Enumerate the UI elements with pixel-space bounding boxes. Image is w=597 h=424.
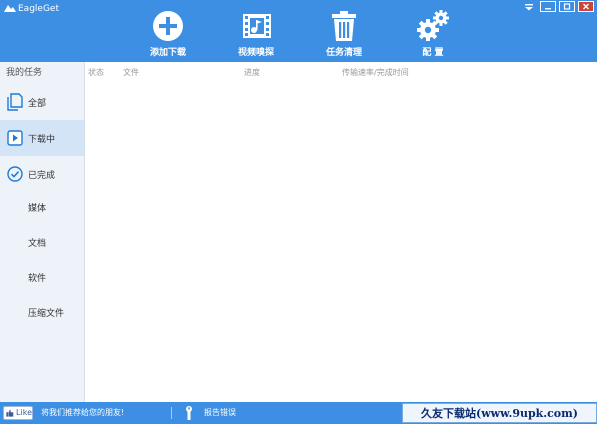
task-sidebar: 我的任务 全部 下载中 已完成 媒体 文档 软件 压缩文件 xyxy=(0,62,85,402)
task-list-area[interactable] xyxy=(86,62,597,402)
trash-icon xyxy=(332,11,356,41)
sidebar-category-software[interactable]: 软件 xyxy=(0,262,84,297)
play-icon xyxy=(4,127,26,149)
divider xyxy=(171,407,172,419)
sidebar-item-label: 下载中 xyxy=(28,134,56,145)
recommend-link[interactable]: 将我们推荐给您的朋友! xyxy=(41,407,124,419)
sidebar-item-completed[interactable]: 已完成 xyxy=(0,156,84,192)
sidebar-category-documents[interactable]: 文档 xyxy=(0,227,84,262)
column-status[interactable]: 状态 xyxy=(88,62,104,84)
sidebar-category-media[interactable]: 媒体 xyxy=(0,192,84,227)
like-label: Like xyxy=(16,408,32,417)
thumbs-up-icon xyxy=(6,409,14,417)
add-download-label: 添加下载 xyxy=(149,48,186,58)
video-sniffer-button[interactable]: 视频嗅探 xyxy=(221,8,291,60)
sidebar-title: 我的任务 xyxy=(6,68,43,78)
column-progress[interactable]: 进度 xyxy=(244,62,260,84)
status-bar: Like 将我们推荐给您的朋友! 报告错误 久友下载站(www.9upk.com… xyxy=(0,402,597,424)
sidebar-item-label: 全部 xyxy=(28,98,47,109)
task-cleanup-button[interactable]: 任务清理 xyxy=(309,8,379,60)
sidebar-category-archives[interactable]: 压缩文件 xyxy=(0,297,84,332)
column-speed-time[interactable]: 传输速率/完成时间 xyxy=(342,62,409,84)
settings-label: 配 置 xyxy=(422,48,444,58)
column-file[interactable]: 文件 xyxy=(123,62,139,84)
task-cleanup-label: 任务清理 xyxy=(325,48,362,58)
sidebar-item-downloading[interactable]: 下载中 xyxy=(0,120,84,156)
sidebar-item-all[interactable]: 全部 xyxy=(0,84,84,120)
like-button[interactable]: Like xyxy=(3,406,33,420)
report-error-link[interactable]: 报告错误 xyxy=(204,407,236,419)
gears-icon xyxy=(417,10,449,41)
video-sniffer-label: 视频嗅探 xyxy=(237,48,274,58)
add-download-button[interactable]: 添加下载 xyxy=(133,8,203,60)
video-sniffer-icon xyxy=(243,14,271,38)
site-watermark: 久友下载站(www.9upk.com) xyxy=(402,403,597,423)
main-toolbar: 添加下载 视频嗅探 任务清理 配 置 xyxy=(0,8,597,60)
add-circle-icon xyxy=(153,11,183,41)
settings-button[interactable]: 配 置 xyxy=(398,8,468,60)
title-bar: EagleGet 添加下载 视频嗅探 任务清理 配 置 xyxy=(0,0,597,62)
document-icon xyxy=(4,91,26,113)
task-list-header: 状态 文件 进度 传输速率/完成时间 xyxy=(86,62,597,84)
sidebar-item-label: 已完成 xyxy=(28,170,56,181)
check-circle-icon xyxy=(4,163,26,185)
report-bug-icon xyxy=(186,406,192,420)
